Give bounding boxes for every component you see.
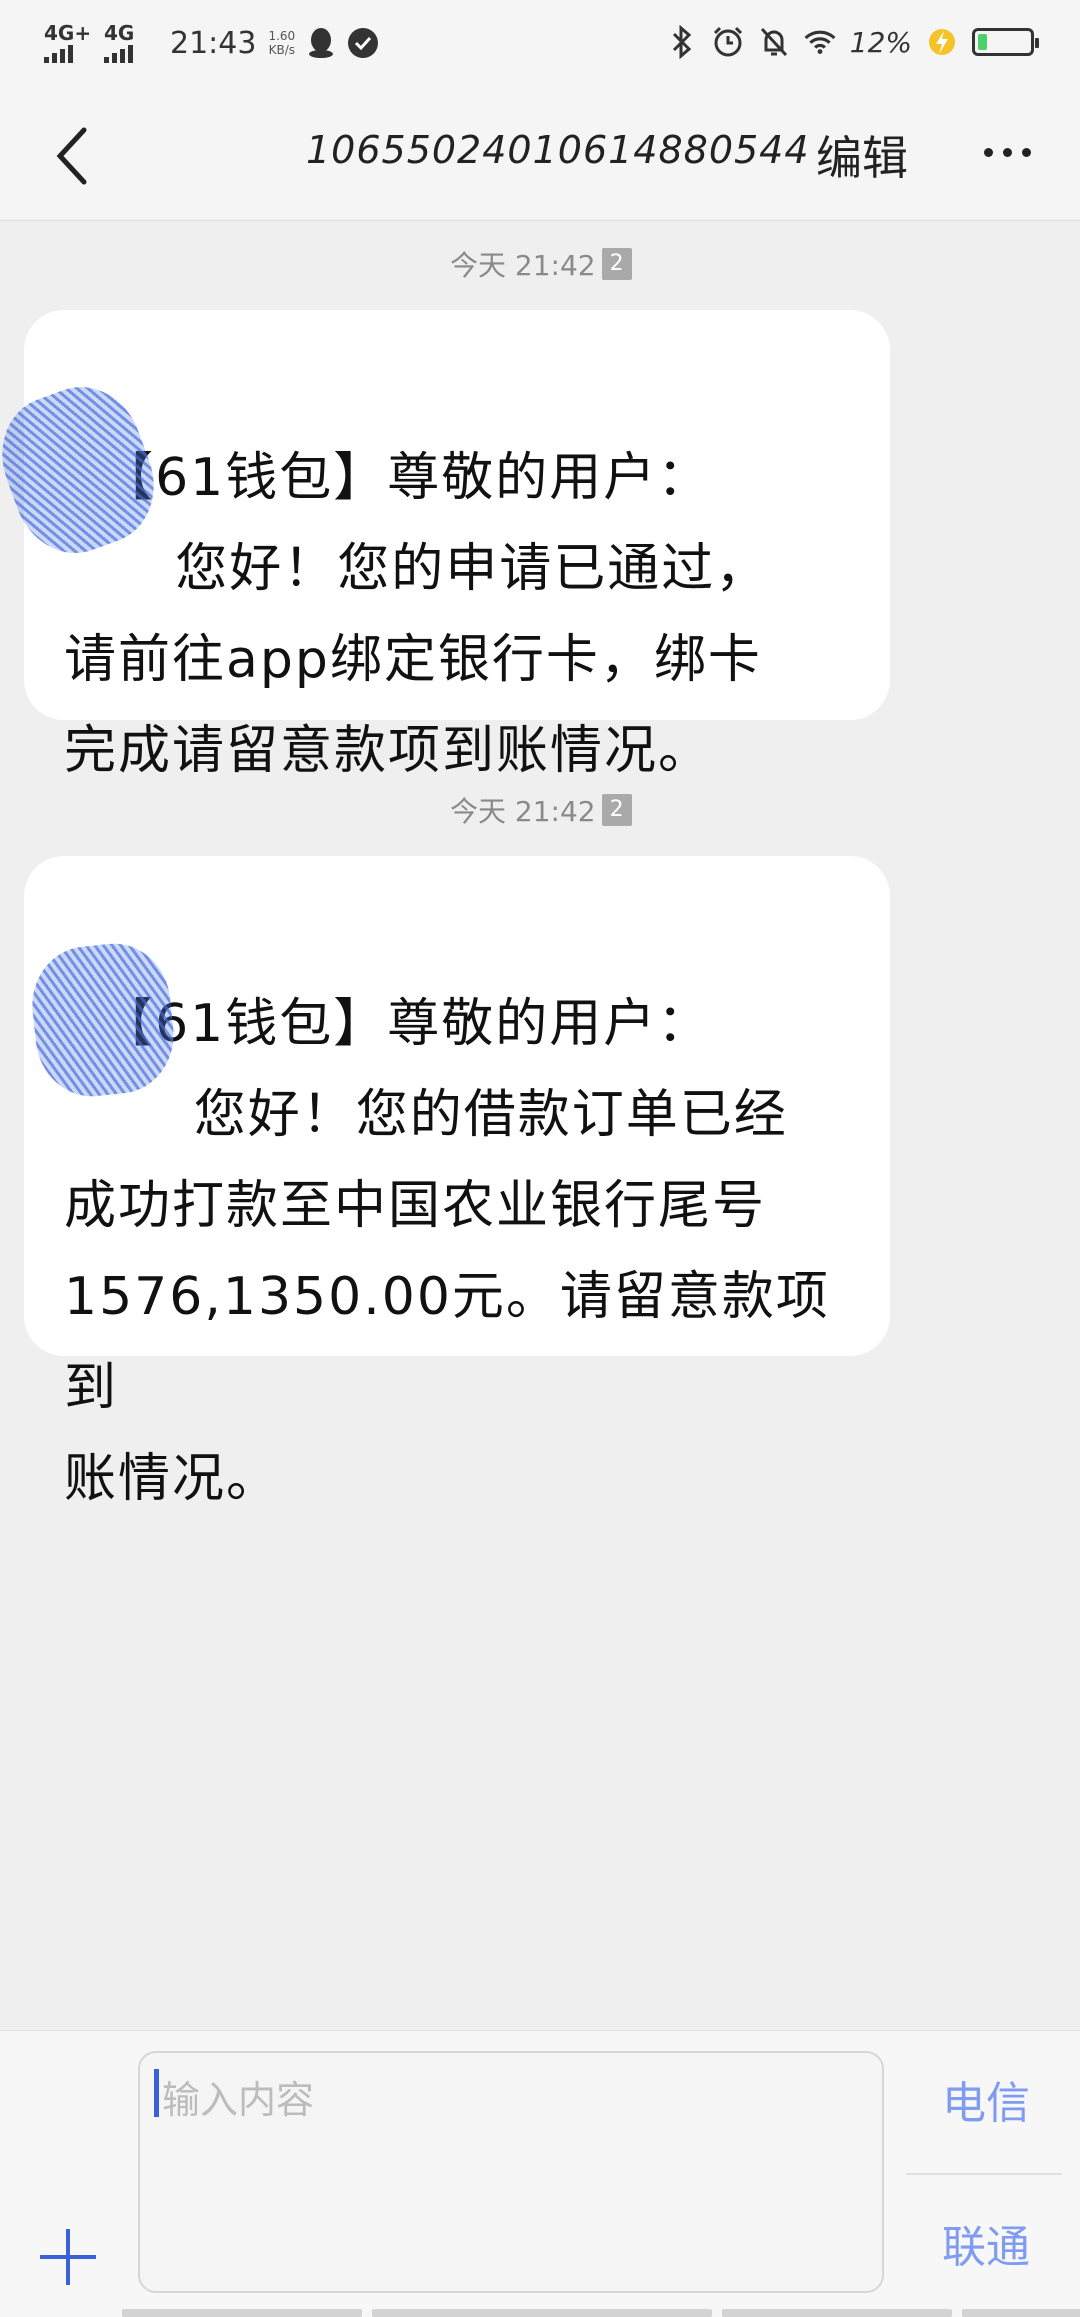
message-composer: 输入内容 电信 联通 — [0, 2030, 1080, 2317]
message-timestamp: 今天 21:42 2 — [450, 790, 632, 830]
alarm-icon — [712, 26, 744, 58]
charging-icon — [926, 26, 958, 58]
sim-badge: 2 — [601, 248, 632, 280]
wifi-icon — [804, 26, 836, 58]
send-unicom-button[interactable]: 联通 — [906, 2211, 1066, 2275]
more-dots-icon — [1022, 148, 1031, 157]
status-bar: 4G+ 4G 21:43 1.60 KB/s 12% — [0, 0, 1080, 90]
chevron-left-icon — [56, 127, 87, 185]
message-input[interactable]: 输入内容 — [138, 2051, 884, 2293]
network-type-1: 4G+ — [44, 21, 92, 45]
input-placeholder: 输入内容 — [162, 2078, 315, 2122]
edit-button[interactable]: 编辑 — [816, 122, 908, 188]
message-bubble[interactable]: 【61钱包】尊敬的用户： 您好！您的申请已通过， 请前往app绑定银行卡，绑卡 … — [24, 310, 890, 781]
network-speed: 1.60 KB/s — [268, 29, 295, 57]
network-speed-value: 1.60 — [268, 29, 296, 43]
battery-percent: 12% — [849, 25, 912, 59]
send-telecom-button[interactable]: 电信 — [906, 2067, 1066, 2131]
signal-bars-icon — [104, 45, 133, 63]
status-time: 21:43 — [170, 25, 257, 61]
battery-fill — [978, 34, 987, 50]
more-dots-icon — [984, 148, 993, 157]
mute-icon — [758, 26, 790, 58]
network-speed-unit: KB/s — [268, 43, 296, 57]
battery-icon — [972, 28, 1039, 56]
network-type-2: 4G — [104, 21, 135, 45]
status-right: 12% — [666, 20, 1039, 64]
network-signal-2: 4G — [104, 23, 154, 63]
message-bubble[interactable]: 【61钱包】尊敬的用户： 您好！您的借款订单已经 成功打款至中国农业银行尾号 1… — [24, 856, 890, 1509]
bluetooth-icon — [666, 25, 698, 59]
text-caret — [154, 2069, 159, 2117]
message-text: 【61钱包】尊敬的用户： 您好！您的借款订单已经 成功打款至中国农业银行尾号 1… — [64, 994, 830, 1509]
qq-icon — [305, 27, 337, 59]
conversation-header: 10655024010614880544 编辑 — [0, 90, 1080, 221]
sim-badge: 2 — [601, 794, 632, 826]
contact-number-title[interactable]: 10655024010614880544 — [306, 128, 810, 172]
network-signal-1: 4G+ — [44, 23, 94, 63]
message-timestamp: 今天 21:42 2 — [450, 244, 632, 284]
more-dots-icon — [1003, 148, 1012, 157]
timestamp-text: 今天 21:42 — [450, 795, 596, 828]
timestamp-text: 今天 21:42 — [450, 249, 596, 282]
status-left: 4G+ 4G 21:43 1.60 KB/s — [44, 18, 379, 68]
more-options-button[interactable] — [984, 148, 1031, 157]
message-text: 【61钱包】尊敬的用户： 您好！您的申请已通过， 请前往app绑定银行卡，绑卡 … — [64, 448, 770, 781]
back-button[interactable] — [52, 118, 112, 194]
check-circle-icon — [347, 27, 379, 59]
plus-icon[interactable] — [40, 2229, 96, 2285]
send-divider — [906, 2173, 1062, 2175]
signal-bars-icon — [44, 45, 73, 63]
